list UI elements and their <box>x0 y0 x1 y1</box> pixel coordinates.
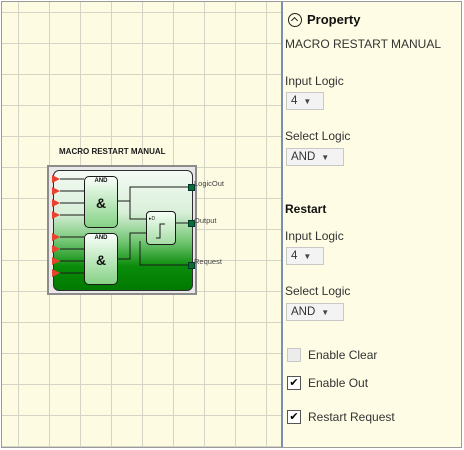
property-header[interactable]: Property <box>288 12 360 27</box>
restart-select-logic-select[interactable]: AND ▼ <box>286 303 344 321</box>
chevron-down-icon: ▼ <box>303 251 312 261</box>
chevron-down-icon: ▼ <box>321 307 330 317</box>
macro-name: MACRO RESTART MANUAL <box>285 37 442 51</box>
restart-input-logic-label: Input Logic <box>285 229 344 243</box>
port-label-request: Request <box>194 257 222 266</box>
input-logic-select[interactable]: 4 ▼ <box>286 92 324 110</box>
enable-clear-label: Enable Clear <box>308 348 378 362</box>
select-logic-label: Select Logic <box>285 129 351 143</box>
block-body: AND & AND & ▸D <box>52 170 195 291</box>
gate-symbol: & <box>95 195 107 211</box>
enable-clear-checkbox[interactable] <box>287 348 301 362</box>
restart-function-block: ▸D <box>146 211 176 245</box>
input-logic-value: 4 <box>291 95 298 107</box>
chevron-down-icon: ▼ <box>321 152 330 162</box>
gate-label: AND <box>94 235 108 241</box>
app-frame: MACRO RESTART MANUAL AND & AND & ▸D Logi… <box>1 1 462 448</box>
and-gate-bottom: AND & <box>84 233 118 285</box>
restart-input-logic-value: 4 <box>291 250 298 262</box>
restart-request-label: Restart Request <box>308 410 395 424</box>
chevron-up-circle-icon[interactable] <box>288 12 302 27</box>
svg-text:▸D: ▸D <box>149 216 156 222</box>
restart-select-logic-value: AND <box>291 306 316 318</box>
block-title: MACRO RESTART MANUAL <box>59 147 166 156</box>
macro-restart-manual-block[interactable]: AND & AND & ▸D <box>47 165 197 295</box>
chevron-down-icon: ▼ <box>303 96 312 106</box>
and-gate-top: AND & <box>84 176 118 228</box>
input-logic-label: Input Logic <box>285 74 344 88</box>
gate-symbol: & <box>95 252 107 268</box>
select-logic-select[interactable]: AND ▼ <box>286 148 344 166</box>
enable-out-label: Enable Out <box>308 376 369 390</box>
port-label-output: Output <box>194 216 217 225</box>
restart-select-logic-label: Select Logic <box>285 284 351 298</box>
pulse-icon: ▸D <box>149 216 165 239</box>
design-canvas[interactable]: MACRO RESTART MANUAL AND & AND & ▸D Logi… <box>2 2 281 447</box>
port-label-logicout: LogicOut <box>194 179 225 188</box>
property-title: Property <box>307 12 361 27</box>
gate-label: AND <box>94 178 108 184</box>
select-logic-value: AND <box>291 151 316 163</box>
restart-request-checkbox[interactable]: ✔ <box>287 410 301 424</box>
restart-section-title: Restart <box>285 202 327 216</box>
restart-input-logic-select[interactable]: 4 ▼ <box>286 247 324 265</box>
enable-out-checkbox[interactable]: ✔ <box>287 376 301 390</box>
